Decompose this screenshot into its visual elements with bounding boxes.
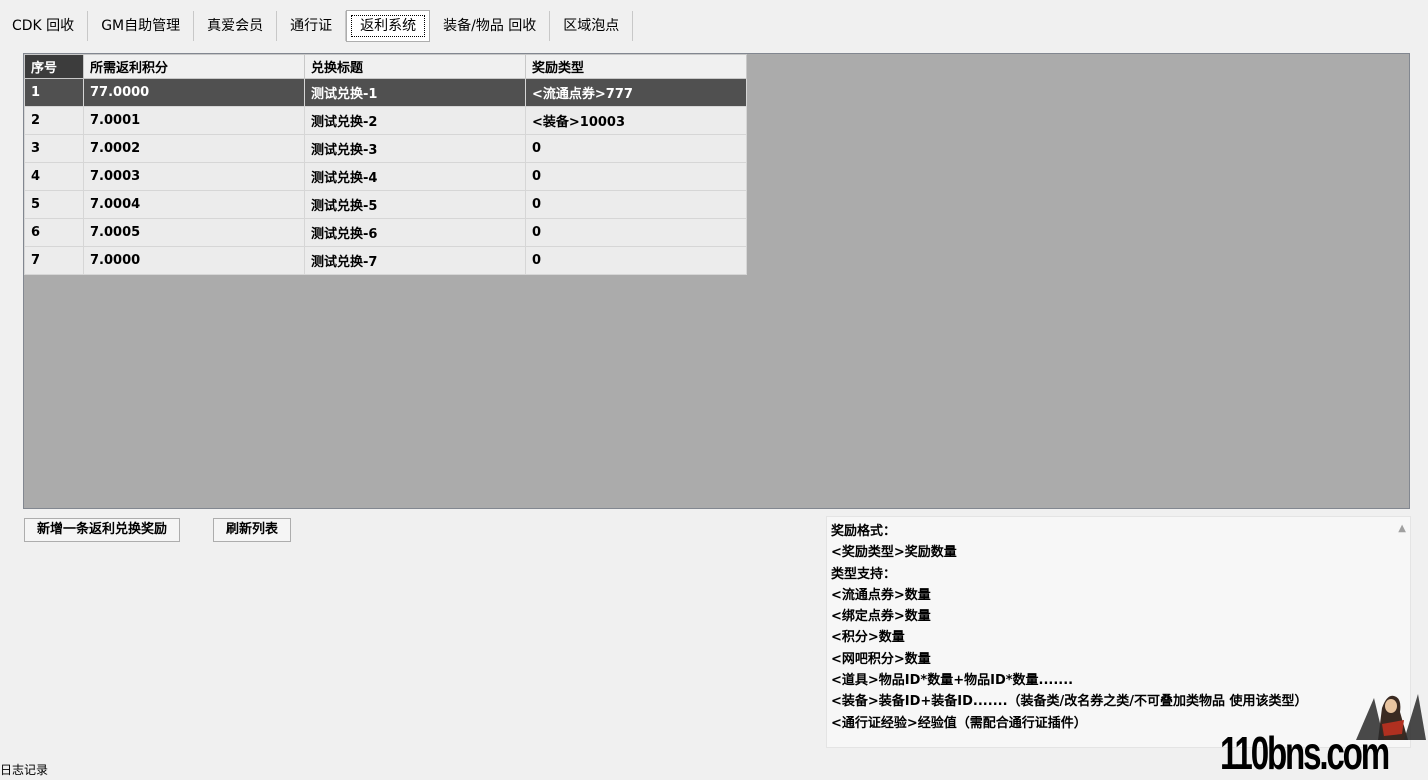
info-line: 奖励格式： — [831, 524, 897, 539]
column-header-points[interactable]: 所需返利积分 — [83, 54, 305, 79]
tab-gm-self-manage[interactable]: GM自助管理 — [88, 11, 195, 41]
info-line: 类型支持： — [831, 566, 897, 582]
cell-index: 1 — [24, 78, 84, 107]
cell-points: 7.0002 — [83, 134, 305, 163]
log-section-label: 日志记录 — [0, 763, 49, 777]
cell-points: 7.0000 — [83, 246, 305, 275]
tab-vip-member[interactable]: 真爱会员 — [194, 11, 278, 41]
cell-title: 测试兑换-1 — [304, 78, 526, 107]
top-border — [0, 0, 1428, 3]
tab-equipment-recycle[interactable]: 装备/物品 回收 — [430, 11, 551, 41]
cell-reward: 0 — [525, 218, 747, 247]
cell-title: 测试兑换-5 — [304, 190, 526, 219]
cell-title: 测试兑换-6 — [304, 218, 526, 247]
table-row[interactable]: 4 7.0003 测试兑换-4 0 — [24, 162, 747, 191]
cell-title: 测试兑换-4 — [304, 162, 526, 191]
cell-title: 测试兑换-3 — [304, 134, 526, 163]
info-line: <装备>装备ID+装备ID.......（装备类/改名券之类/不可叠加类物品 使… — [831, 694, 1308, 710]
table-row[interactable]: 5 7.0004 测试兑换-5 0 — [24, 190, 747, 219]
add-rebate-reward-button[interactable]: 新增一条返利兑换奖励 — [24, 518, 181, 542]
cell-index: 7 — [24, 246, 84, 275]
column-header-title[interactable]: 兑换标题 — [304, 54, 526, 79]
scroll-up-arrow-icon[interactable]: ▲ — [1398, 523, 1406, 534]
cell-points: 7.0004 — [83, 190, 305, 219]
rebate-table: 序号 所需返利积分 兑换标题 奖励类型 1 77.0000 测试兑换-1 <流通… — [24, 54, 747, 275]
cell-index: 6 — [24, 218, 84, 247]
reward-format-textbox[interactable]: 奖励格式： <奖励类型>奖励数量 类型支持： <流通点券>数量 <绑定点券>数量… — [826, 516, 1411, 748]
tab-area-points[interactable]: 区域泡点 — [550, 11, 634, 41]
cell-title: 测试兑换-7 — [304, 246, 526, 275]
cell-reward: <流通点券>777 — [525, 78, 747, 107]
cell-points: 7.0005 — [83, 218, 305, 247]
table-row[interactable]: 3 7.0002 测试兑换-3 0 — [24, 134, 747, 163]
refresh-list-button[interactable]: 刷新列表 — [213, 518, 292, 542]
cell-points: 7.0003 — [83, 162, 305, 191]
table-header-row: 序号 所需返利积分 兑换标题 奖励类型 — [24, 54, 747, 79]
info-line: <网吧积分>数量 — [831, 651, 931, 667]
info-line: <流通点券>数量 — [831, 587, 931, 603]
cell-points: 7.0001 — [83, 106, 305, 135]
cell-index: 3 — [24, 134, 84, 163]
reward-format-text: 奖励格式： <奖励类型>奖励数量 类型支持： <流通点券>数量 <绑定点券>数量… — [831, 521, 1308, 734]
table-row[interactable]: 1 77.0000 测试兑换-1 <流通点券>777 — [24, 78, 747, 107]
cell-index: 5 — [24, 190, 84, 219]
cell-index: 2 — [24, 106, 84, 135]
cell-reward: 0 — [525, 246, 747, 275]
cell-points: 77.0000 — [83, 78, 305, 107]
watermark-logo: 110bns.com — [1220, 727, 1390, 779]
table-row[interactable]: 7 7.0000 测试兑换-7 0 — [24, 246, 747, 275]
cell-index: 4 — [24, 162, 84, 191]
tab-rebate-system[interactable]: 返利系统 — [346, 10, 431, 42]
table-row[interactable]: 2 7.0001 测试兑换-2 <装备>10003 — [24, 106, 747, 135]
cell-reward: <装备>10003 — [525, 106, 747, 135]
cell-title: 测试兑换-2 — [304, 106, 526, 135]
column-header-reward[interactable]: 奖励类型 — [525, 54, 747, 79]
tab-pass[interactable]: 通行证 — [277, 11, 347, 41]
tab-bar: CDK 回收 GM自助管理 真爱会员 通行证 返利系统 装备/物品 回收 区域泡… — [0, 9, 634, 43]
cell-reward: 0 — [525, 190, 747, 219]
info-line: <绑定点券>数量 — [831, 609, 931, 625]
column-header-index[interactable]: 序号 — [24, 54, 84, 79]
info-line: <积分>数量 — [831, 630, 905, 646]
info-line: <奖励类型>奖励数量 — [831, 545, 957, 561]
info-line: <道具>物品ID*数量+物品ID*数量....... — [831, 673, 1074, 689]
tab-cdk-recycle[interactable]: CDK 回收 — [0, 11, 89, 41]
rebate-grid[interactable]: 序号 所需返利积分 兑换标题 奖励类型 1 77.0000 测试兑换-1 <流通… — [23, 53, 1410, 509]
table-row[interactable]: 6 7.0005 测试兑换-6 0 — [24, 218, 747, 247]
cell-reward: 0 — [525, 134, 747, 163]
cell-reward: 0 — [525, 162, 747, 191]
